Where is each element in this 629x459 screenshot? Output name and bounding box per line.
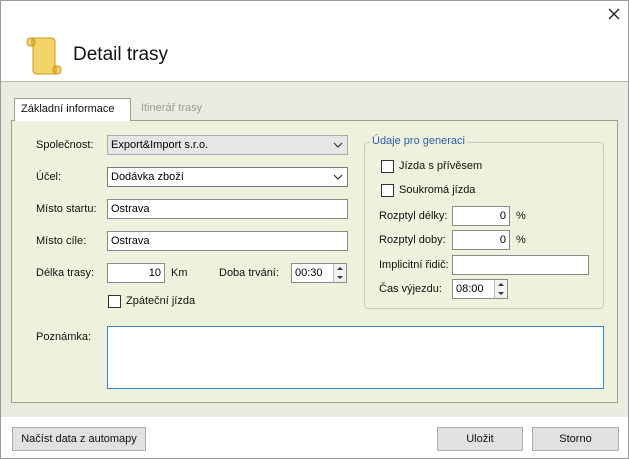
destination-input[interactable]: Ostrava: [107, 231, 348, 251]
departure-value: 08:00: [456, 283, 484, 295]
chevron-down-icon: [333, 142, 343, 148]
purpose-value: Dodávka zboží: [111, 171, 184, 183]
length-spread-input[interactable]: 0: [452, 206, 510, 226]
dialog-title: Detail trasy: [73, 44, 169, 65]
generation-group-title: Údaje pro generaci: [370, 135, 467, 147]
note-label: Poznámka:: [36, 331, 92, 343]
company-select[interactable]: Export&Import s.r.o.: [107, 135, 348, 155]
arrow-up-icon: [498, 283, 504, 286]
company-label: Společnost:: [36, 139, 94, 151]
load-from-automapa-button[interactable]: Načíst data z automapy: [12, 427, 146, 451]
trailer-label: Jízda s přívěsem: [399, 160, 483, 172]
length-spread-label: Rozptyl délky:: [379, 210, 448, 222]
duration-value: 00:30: [295, 267, 323, 279]
length-label: Délka trasy:: [36, 267, 95, 279]
cancel-button[interactable]: Storno: [532, 427, 619, 451]
close-icon: [608, 8, 620, 20]
arrow-down-icon: [337, 276, 343, 279]
duration-spin-buttons[interactable]: [333, 264, 346, 282]
close-button[interactable]: [605, 5, 623, 23]
purpose-label: Účel:: [36, 171, 62, 183]
time-spread-input[interactable]: 0: [452, 230, 510, 250]
length-input[interactable]: 10: [107, 263, 165, 283]
tab-basic-info[interactable]: Základní informace: [14, 98, 131, 121]
driver-label: Implicitní řidič:: [379, 259, 449, 271]
basic-info-panel: Společnost: Export&Import s.r.o. Účel: D…: [11, 120, 618, 403]
purpose-select[interactable]: Dodávka zboží: [107, 167, 348, 187]
duration-spinner[interactable]: 00:30: [291, 263, 347, 283]
duration-label: Doba trvání:: [219, 267, 279, 279]
return-trip-label: Zpáteční jízda: [126, 295, 196, 307]
chevron-down-icon: [333, 174, 343, 180]
departure-label: Čas výjezdu:: [379, 283, 442, 295]
length-unit: Km: [171, 267, 188, 279]
company-value: Export&Import s.r.o.: [111, 139, 209, 151]
private-trip-label: Soukromá jízda: [399, 184, 476, 196]
arrow-up-icon: [337, 267, 343, 270]
return-trip-checkbox[interactable]: [108, 295, 121, 308]
time-spread-unit: %: [516, 234, 526, 246]
start-label: Místo startu:: [36, 203, 97, 215]
start-input[interactable]: Ostrava: [107, 199, 348, 219]
departure-spin-buttons[interactable]: [494, 280, 507, 298]
trailer-checkbox[interactable]: [381, 160, 394, 173]
time-spread-label: Rozptyl doby:: [379, 234, 446, 246]
driver-input[interactable]: [452, 255, 589, 275]
scroll-icon: [23, 32, 63, 78]
private-trip-checkbox[interactable]: [381, 184, 394, 197]
dialog-window: Detail trasy Základní informace Itinerář…: [0, 0, 629, 459]
length-spread-unit: %: [516, 210, 526, 222]
arrow-down-icon: [498, 292, 504, 295]
note-textarea[interactable]: [107, 326, 604, 389]
tab-itinerary[interactable]: Itinerář trasy: [135, 98, 215, 120]
departure-spinner[interactable]: 08:00: [452, 279, 508, 299]
destination-label: Místo cíle:: [36, 235, 87, 247]
save-button[interactable]: Uložit: [437, 427, 523, 451]
